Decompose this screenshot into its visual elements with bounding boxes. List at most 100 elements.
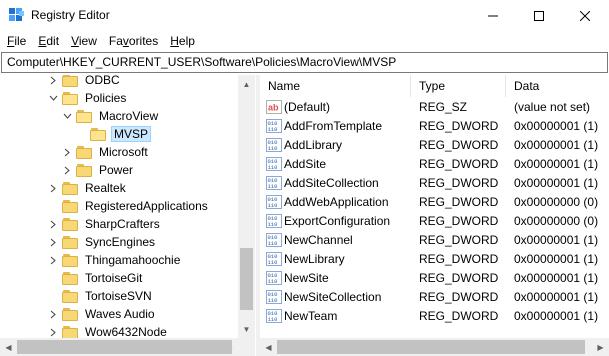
- svg-text:110: 110: [268, 164, 278, 171]
- svg-text:110: 110: [268, 145, 278, 152]
- menu-edit[interactable]: Edit: [32, 31, 65, 51]
- scroll-right-icon[interactable]: ▶: [592, 338, 609, 356]
- tree-item-label: SharpCrafters: [85, 217, 160, 231]
- binary-value-icon: 010 110: [266, 118, 282, 133]
- value-row[interactable]: 010 110 NewSite REG_DWORD 0x00000001 (1): [260, 268, 609, 287]
- menu-help-rest: elp: [178, 34, 195, 48]
- svg-text:110: 110: [268, 202, 278, 209]
- tree-item[interactable]: Policies: [48, 89, 128, 107]
- menu-favorites[interactable]: Favorites: [103, 31, 164, 51]
- value-row[interactable]: 010 110 NewChannel REG_DWORD 0x00000001 (1): [260, 230, 609, 249]
- value-type: REG_DWORD: [419, 308, 499, 323]
- svg-text:110: 110: [268, 278, 278, 285]
- chevron-right-icon[interactable]: [48, 305, 58, 323]
- tree-item[interactable]: Waves Audio: [48, 305, 157, 323]
- value-data: 0x00000001 (1): [514, 232, 599, 247]
- folder-icon: [62, 199, 78, 213]
- tree-item-label: SyncEngines: [85, 235, 156, 249]
- tree-item-label: TortoiseSVN: [85, 289, 152, 303]
- values-list[interactable]: Name Type Data ab (Default) REG_SZ (value n…: [260, 75, 609, 356]
- key-tree[interactable]: ODBC Policies MacroView MVSP Microsoft Power R…: [0, 75, 256, 356]
- value-row[interactable]: 010 110 AddSite REG_DWORD 0x00000001 (1): [260, 154, 609, 173]
- value-name: AddFromTemplate: [284, 118, 383, 133]
- svg-text:110: 110: [268, 221, 278, 228]
- tree-horizontal-scroll-thumb[interactable]: [17, 340, 232, 354]
- value-data: 0x00000000 (0): [514, 194, 599, 209]
- folder-icon: [62, 271, 78, 285]
- tree-item[interactable]: MacroView: [62, 107, 160, 125]
- value-row[interactable]: 010 110 AddSiteCollection REG_DWORD 0x000000…: [260, 173, 609, 192]
- svg-text:110: 110: [268, 126, 278, 133]
- value-row[interactable]: 010 110 NewLibrary REG_DWORD 0x00000001 (1): [260, 249, 609, 268]
- value-type: REG_DWORD: [419, 118, 499, 133]
- tree-item[interactable]: TortoiseGit: [48, 269, 144, 287]
- value-row[interactable]: 010 110 AddLibrary REG_DWORD 0x00000001 (1): [260, 135, 609, 154]
- scroll-down-icon[interactable]: ▼: [238, 320, 255, 338]
- tree-item[interactable]: Microsoft: [62, 143, 150, 161]
- chevron-down-icon[interactable]: [48, 89, 58, 107]
- string-value-icon: ab: [266, 99, 282, 114]
- chevron-right-icon[interactable]: [48, 75, 58, 89]
- tree-item[interactable]: Thingamahoochie: [48, 251, 182, 269]
- window-title: Registry Editor: [31, 8, 110, 22]
- tree-item[interactable]: ODBC: [48, 75, 122, 89]
- scroll-up-icon[interactable]: ▲: [238, 75, 255, 93]
- value-row[interactable]: 010 110 AddWebApplication REG_DWORD 0x000000…: [260, 192, 609, 211]
- value-row[interactable]: 010 110 NewTeam REG_DWORD 0x00000001 (1): [260, 306, 609, 325]
- value-type: REG_DWORD: [419, 270, 499, 285]
- value-data: 0x00000001 (1): [514, 251, 599, 266]
- menu-file[interactable]: File: [0, 31, 32, 51]
- column-header-name[interactable]: Name: [260, 75, 411, 97]
- folder-icon: [62, 75, 78, 87]
- address-bar[interactable]: Computer\HKEY_CURRENT_USER\Software\Poli…: [1, 52, 608, 73]
- tree-vertical-scroll-thumb[interactable]: [240, 248, 253, 310]
- chevron-down-icon[interactable]: [62, 107, 72, 125]
- svg-text:110: 110: [268, 297, 278, 304]
- tree-item[interactable]: Realtek: [48, 179, 128, 197]
- value-name: AddSiteCollection: [284, 175, 379, 190]
- tree-item-label: MVSP: [111, 126, 152, 142]
- tree-item-label: TortoiseGit: [85, 271, 143, 285]
- folder-icon: [76, 145, 92, 159]
- chevron-right-icon[interactable]: [48, 233, 58, 251]
- tree-item[interactable]: SharpCrafters: [48, 215, 162, 233]
- tree-item[interactable]: SyncEngines: [48, 233, 157, 251]
- menu-help-accel: H: [170, 34, 179, 48]
- value-name: NewSite: [284, 270, 329, 285]
- value-row[interactable]: 010 110 AddFromTemplate REG_DWORD 0x00000001…: [260, 116, 609, 135]
- list-horizontal-scroll-thumb[interactable]: [277, 340, 585, 354]
- folder-icon: [62, 325, 78, 339]
- menu-help[interactable]: Help: [164, 31, 201, 51]
- value-row[interactable]: 010 110 ExportConfiguration REG_DWORD 0x0000…: [260, 211, 609, 230]
- chevron-right-icon[interactable]: [62, 143, 72, 161]
- binary-value-icon: 010 110: [266, 213, 282, 228]
- menu-view-accel: V: [71, 34, 79, 48]
- value-row[interactable]: ab (Default) REG_SZ (value not set): [260, 97, 609, 116]
- maximize-button[interactable]: [516, 0, 562, 31]
- tree-item-label: RegisteredApplications: [85, 199, 208, 213]
- tree-item[interactable]: MVSP: [76, 125, 152, 143]
- scroll-left-icon[interactable]: ◀: [260, 338, 277, 356]
- chevron-right-icon[interactable]: [48, 251, 58, 269]
- close-button[interactable]: [562, 0, 608, 31]
- chevron-right-icon[interactable]: [48, 215, 58, 233]
- scroll-left-icon[interactable]: ◀: [0, 338, 17, 356]
- chevron-right-icon[interactable]: [62, 161, 72, 179]
- tree-item[interactable]: Power: [62, 161, 135, 179]
- column-header-data[interactable]: Data: [506, 75, 609, 97]
- tree-item[interactable]: RegisteredApplications: [48, 197, 210, 215]
- menu-favorites-rest: orites: [128, 34, 159, 48]
- value-row[interactable]: 010 110 NewSiteCollection REG_DWORD 0x000000…: [260, 287, 609, 306]
- binary-value-icon: 010 110: [266, 194, 282, 209]
- value-data: 0x00000001 (1): [514, 118, 599, 133]
- menu-file-rest: ile: [14, 34, 27, 48]
- tree-item[interactable]: TortoiseSVN: [48, 287, 154, 305]
- folder-icon: [62, 235, 78, 249]
- registry-icon: [9, 8, 24, 21]
- value-data: 0x00000001 (1): [514, 175, 599, 190]
- column-header-type[interactable]: Type: [411, 75, 506, 97]
- chevron-right-icon[interactable]: [48, 179, 58, 197]
- menu-view[interactable]: View: [65, 31, 103, 51]
- minimize-button[interactable]: [470, 0, 516, 31]
